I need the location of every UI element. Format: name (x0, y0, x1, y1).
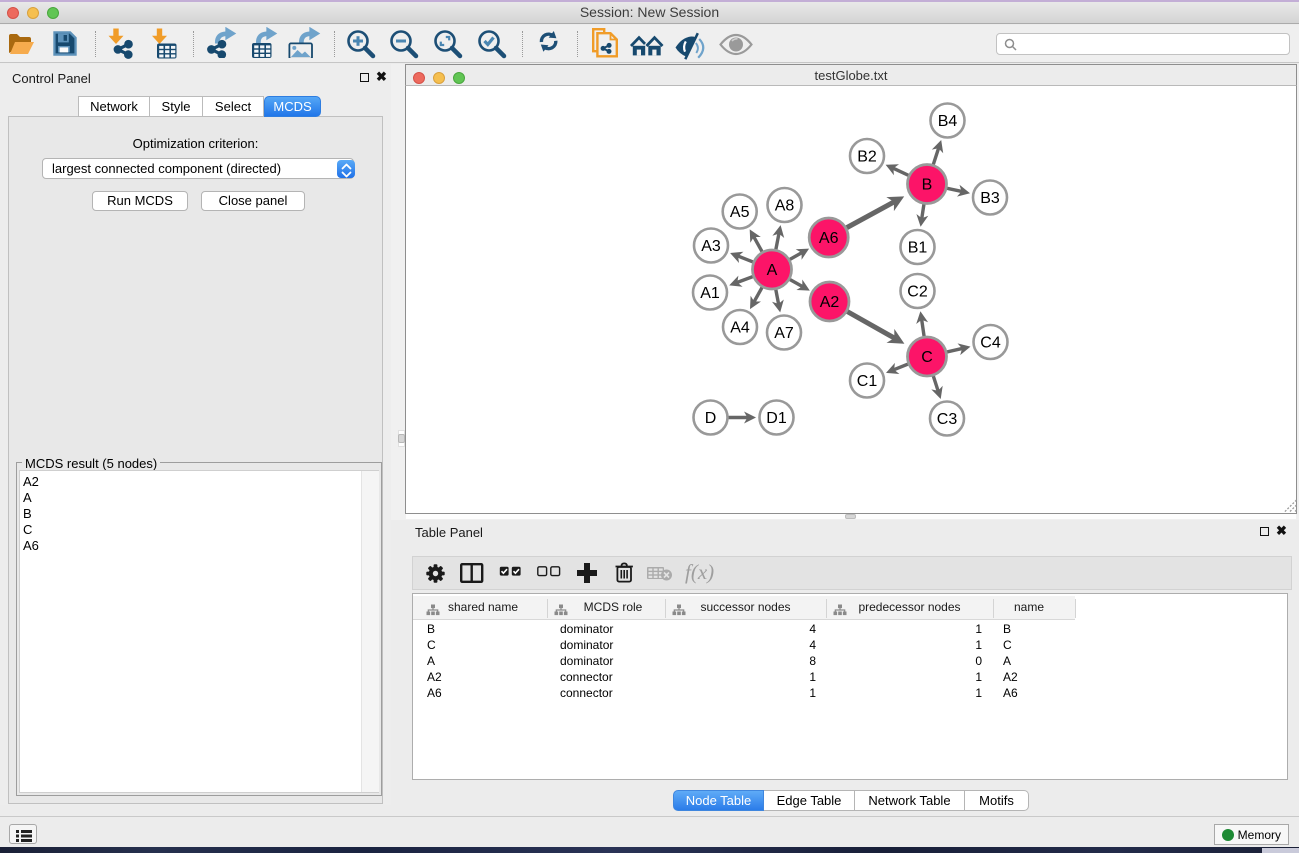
svg-text:A7: A7 (774, 325, 794, 342)
svg-text:B1: B1 (908, 240, 928, 257)
svg-text:B2: B2 (857, 149, 877, 166)
svg-text:C2: C2 (907, 284, 928, 301)
svg-text:B: B (922, 177, 933, 194)
svg-text:A2: A2 (820, 294, 840, 311)
svg-text:B4: B4 (938, 113, 958, 130)
svg-text:D: D (705, 410, 717, 427)
svg-text:B3: B3 (980, 190, 1000, 207)
svg-text:A1: A1 (700, 285, 720, 302)
svg-text:A6: A6 (819, 230, 839, 247)
svg-text:C1: C1 (857, 373, 878, 390)
svg-text:C: C (921, 349, 933, 366)
svg-text:A8: A8 (775, 198, 795, 215)
svg-text:A5: A5 (730, 204, 750, 221)
svg-text:A: A (767, 262, 778, 279)
svg-text:C4: C4 (980, 335, 1001, 352)
svg-text:D1: D1 (766, 410, 787, 427)
svg-text:A3: A3 (701, 238, 721, 255)
svg-text:C3: C3 (937, 411, 958, 428)
svg-text:A4: A4 (730, 320, 750, 337)
